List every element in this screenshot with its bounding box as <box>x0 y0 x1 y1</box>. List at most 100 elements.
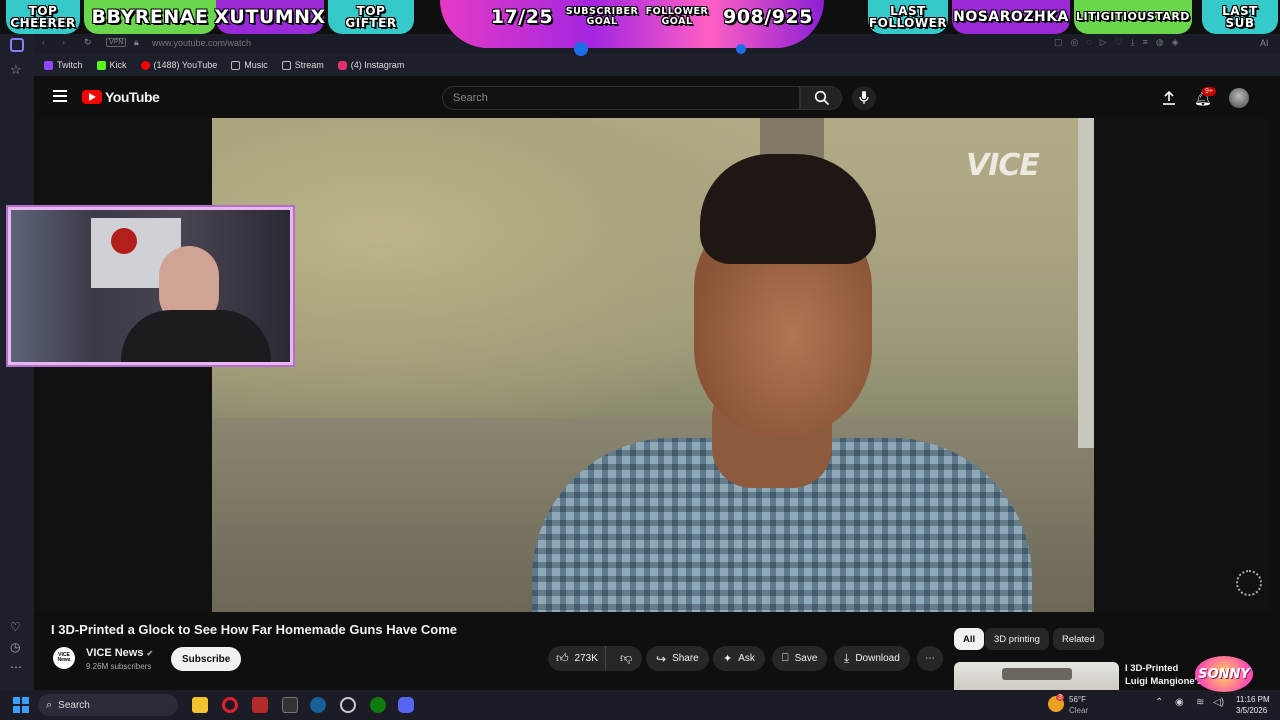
discord-icon[interactable] <box>398 697 414 713</box>
wifi-icon[interactable]: ≋ <box>1196 697 1204 708</box>
recommended-thumbnail[interactable] <box>954 662 1119 690</box>
webcam-streamer-body <box>121 310 271 362</box>
verified-icon: ✔ <box>146 649 154 658</box>
video-frame[interactable]: VICE <box>212 118 1094 612</box>
youtube-play-icon <box>82 90 102 104</box>
home-icon[interactable] <box>10 38 24 52</box>
taskbar-search[interactable]: ⌕ Search <box>38 694 178 716</box>
video-player[interactable]: VICE <box>34 118 1270 612</box>
history-icon[interactable]: ◷ <box>10 640 20 654</box>
thumbs-down-icon: 👎︎ <box>620 651 633 665</box>
channel-avatar[interactable]: VICE News <box>53 647 75 669</box>
like-dislike-group: 👍︎ 273K 👎︎ <box>548 646 642 671</box>
folder-icon <box>231 60 241 70</box>
back-icon[interactable]: ‹ <box>42 37 45 47</box>
dislike-button[interactable]: 👎︎ <box>612 651 632 666</box>
follower-goal-label: FOLLOWER GOAL <box>645 6 709 27</box>
instagram-icon <box>337 60 347 70</box>
search-input[interactable]: Search <box>442 86 800 110</box>
channel-name[interactable]: VICE News ✔ <box>86 647 153 659</box>
search-icon <box>814 90 830 106</box>
bookmark-icon: ⎕ <box>782 652 789 664</box>
chip-all[interactable]: All <box>954 628 985 650</box>
more-actions-button[interactable]: ⋯ <box>917 646 943 671</box>
heart-icon[interactable]: ♡ <box>10 620 21 634</box>
tray-chevron-icon[interactable]: ⌃ <box>1155 697 1163 708</box>
search-button[interactable] <box>800 86 842 110</box>
forward-icon[interactable]: › <box>62 37 65 47</box>
vpn-badge[interactable]: VPN <box>106 38 127 47</box>
ai-label[interactable]: AI <box>1260 38 1269 48</box>
opera-icon[interactable] <box>222 697 238 713</box>
bookmark-music[interactable]: Music <box>231 60 268 70</box>
taskbar-search-label: Search <box>58 699 90 711</box>
file-explorer-icon[interactable] <box>192 697 208 713</box>
top-cheerer-label: TOP CHEERER <box>6 0 80 34</box>
bookmark-stream[interactable]: Stream <box>281 60 324 70</box>
bookmarks-bar: Twitch Kick (1488) YouTube Music Stream … <box>34 54 1280 76</box>
voice-search-button[interactable] <box>852 86 876 110</box>
menu-icon[interactable] <box>53 90 67 102</box>
pillar <box>1078 118 1094 448</box>
epic-games-icon[interactable] <box>282 697 298 713</box>
reload-icon[interactable]: ↻ <box>84 37 92 48</box>
windows-start-icon[interactable] <box>13 697 29 713</box>
youtube-logo[interactable]: YouTube <box>82 89 160 105</box>
person-hair <box>700 154 876 264</box>
save-button[interactable]: ⎕ Save <box>772 646 828 671</box>
steam-icon[interactable] <box>310 697 326 713</box>
goal-drip-1 <box>574 42 588 56</box>
upload-icon[interactable] <box>1162 91 1176 105</box>
top-cheerer-name: BBYRENAE <box>84 0 216 34</box>
top-gifter-label: TOP GIFTER <box>328 0 414 34</box>
webcam-red-circle <box>111 228 137 254</box>
subscriber-goal-count: 17/25 <box>490 6 554 28</box>
folder-icon <box>281 60 291 70</box>
tray-status-icon[interactable]: ◉ <box>1175 697 1184 708</box>
youtube-logo-text: YouTube <box>105 89 160 105</box>
more-horizontal-icon: ⋯ <box>925 653 935 664</box>
bookmark-instagram[interactable]: (4) Instagram <box>337 60 404 70</box>
stream-overlay-banner: TOP CHEERER BBYRENAE XUTUMNX TOP GIFTER … <box>0 0 1280 56</box>
bookmark-youtube[interactable]: (1488) YouTube <box>140 60 217 70</box>
volume-icon[interactable]: ◁) <box>1213 697 1224 708</box>
avatar[interactable] <box>1229 88 1249 108</box>
weather-temp: 56°F <box>1069 695 1086 704</box>
weather-desc: Clear <box>1069 706 1089 715</box>
star-icon[interactable]: ☆ <box>10 62 22 78</box>
obs-icon[interactable] <box>340 697 356 713</box>
bookmark-kick[interactable]: Kick <box>96 60 127 70</box>
streamlabs-icon[interactable] <box>252 697 268 713</box>
top-gifter-name: XUTUMNX <box>214 0 325 34</box>
chip-related[interactable]: Related <box>1053 628 1104 650</box>
recommended-title[interactable]: I 3D-Printed Luigi Mangione's 'Ghost... <box>1125 662 1203 690</box>
search-icon: ⌕ <box>46 698 53 711</box>
ask-button[interactable]: ✦ Ask <box>713 646 765 671</box>
share-icon: ↪ <box>656 651 667 666</box>
kick-icon <box>96 60 106 70</box>
channel-name-text[interactable]: VICE News <box>86 647 143 659</box>
clock-time[interactable]: 11:16 PM <box>1236 695 1270 704</box>
more-icon[interactable]: ⋯ <box>10 660 22 674</box>
clock-date[interactable]: 3/5/2026 <box>1236 706 1267 715</box>
thumbs-up-icon: 👍︎ <box>556 651 569 665</box>
xbox-icon[interactable] <box>370 697 386 713</box>
sparkle-icon: ✦ <box>723 653 733 665</box>
download-icon: ⤓ <box>844 651 850 665</box>
url-text[interactable]: www.youtube.com/watch <box>152 38 251 48</box>
browser-tools-icons[interactable]: ▢◎◌▷♡⤓≡◍◈ <box>1054 37 1187 48</box>
twitch-icon <box>44 60 53 70</box>
goal-drip-2 <box>736 44 746 54</box>
notification-count: 3 <box>1056 694 1064 701</box>
webcam-overlay <box>6 205 295 367</box>
stream-logo: SONNY <box>1195 656 1253 692</box>
vice-watermark: VICE <box>966 148 1040 183</box>
microphone-icon <box>859 91 869 104</box>
share-button[interactable]: ↪ Share <box>646 646 709 671</box>
last-sub-label: LAST SUB <box>1202 0 1278 34</box>
bookmark-twitch[interactable]: Twitch <box>44 60 83 70</box>
subscribe-button[interactable]: Subscribe <box>171 647 242 671</box>
download-button[interactable]: ⤓ Download <box>834 646 910 671</box>
chip-3d-printing[interactable]: 3D printing <box>985 628 1049 650</box>
like-button[interactable]: 👍︎ 273K <box>548 646 606 671</box>
